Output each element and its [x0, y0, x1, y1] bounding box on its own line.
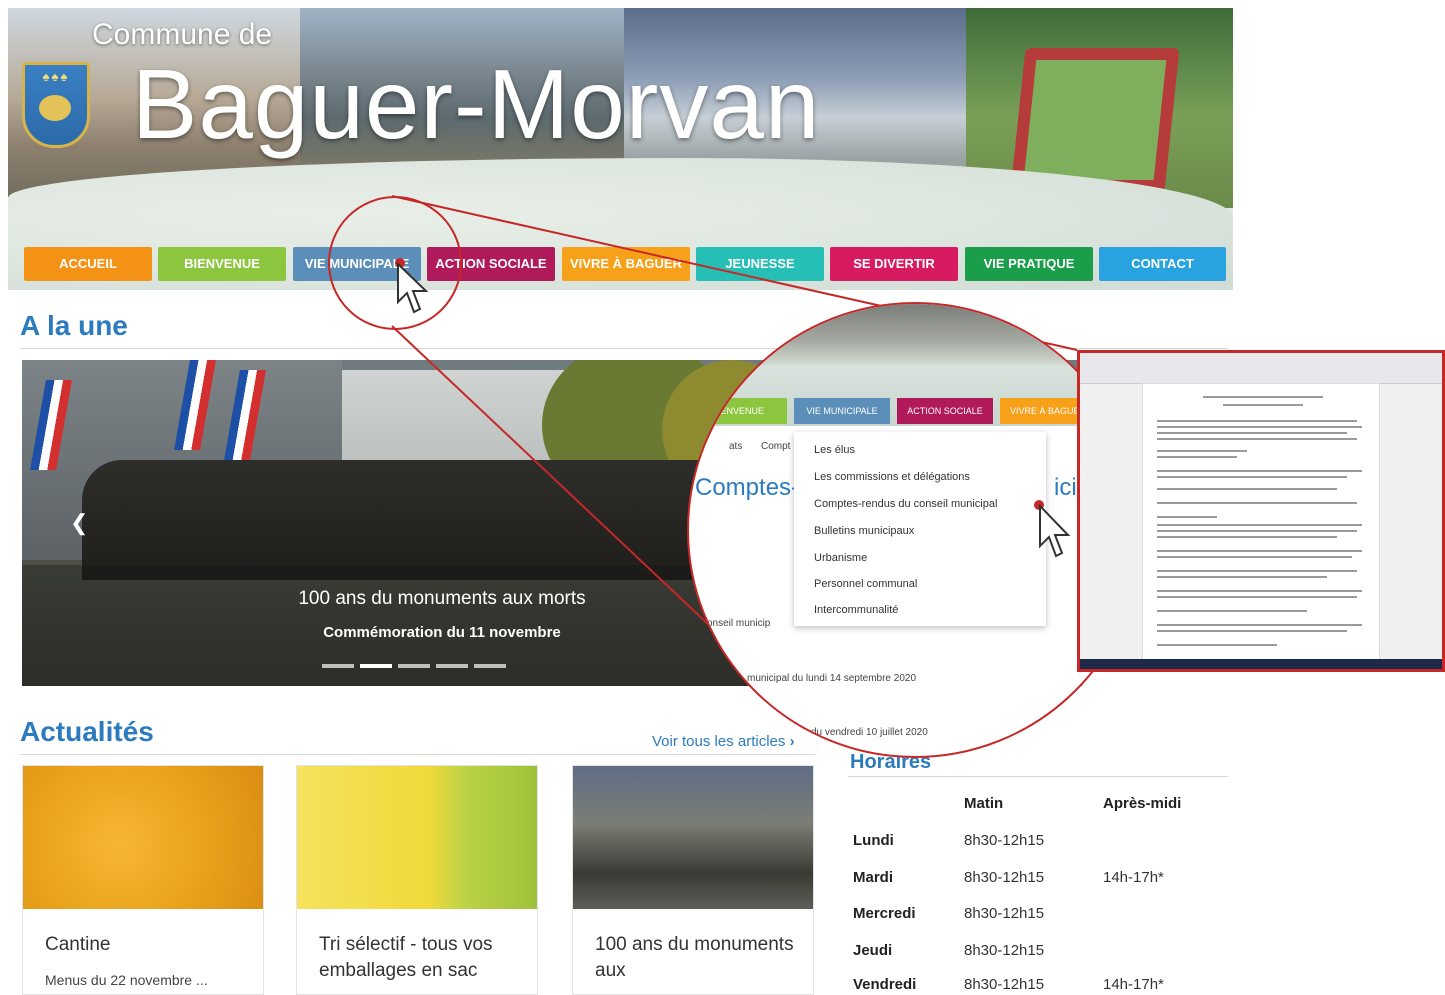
zoom-nav-action-sociale[interactable]: ACTION SOCIALE	[897, 398, 993, 424]
zoom-nav-bienvenue[interactable]: BIENVENUE	[689, 398, 787, 424]
menu-item-bulletins[interactable]: Bulletins municipaux	[814, 525, 914, 537]
menu-item-les-elus[interactable]: Les élus	[814, 444, 855, 456]
taskbar	[1080, 659, 1442, 669]
zoom-text: du vendredi 10 juillet 2020	[811, 727, 928, 738]
cursor-arrow-icon	[1039, 504, 1071, 558]
zoom-breadcrumb-start: ats	[729, 441, 743, 452]
menu-item-urbanisme[interactable]: Urbanisme	[814, 552, 867, 564]
zoom-text: onseil municip	[707, 618, 771, 629]
pdf-viewer-toolbar	[1080, 353, 1442, 384]
menu-item-commissions[interactable]: Les commissions et délégations	[814, 471, 970, 483]
zoom-banner	[689, 304, 1141, 366]
document-preview	[1077, 350, 1445, 672]
zoom-breadcrumb: Compt	[761, 441, 791, 452]
dropdown-menu-vie-municipale: Les élus Les commissions et délégations …	[794, 432, 1046, 626]
zoom-nav-vie-municipale[interactable]: VIE MUNICIPALE	[794, 398, 890, 424]
menu-item-comptes-rendus[interactable]: Comptes-rendus du conseil municipal	[814, 498, 997, 510]
pdf-page	[1142, 383, 1380, 663]
zoom-big-circle: BIENVENUE VIE MUNICIPALE ACTION SOCIALE …	[687, 302, 1143, 758]
zoom-page-heading: Comptes-	[695, 474, 800, 501]
menu-item-intercommunalite[interactable]: Intercommunalité	[814, 604, 898, 616]
zoom-text: municipal du lundi 14 septembre 2020	[747, 673, 916, 684]
menu-item-personnel[interactable]: Personnel communal	[814, 578, 917, 590]
cursor-arrow-icon	[397, 262, 429, 314]
